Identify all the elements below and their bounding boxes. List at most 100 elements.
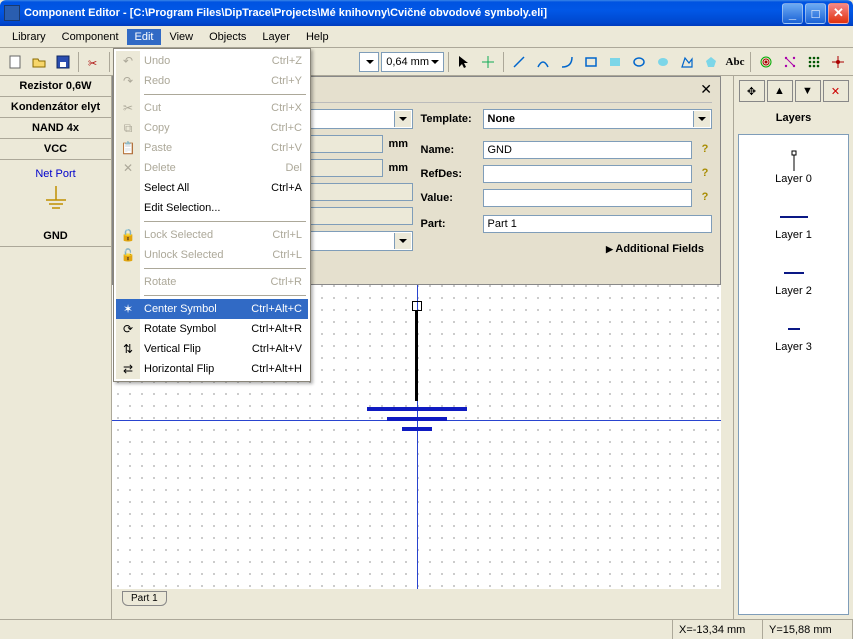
layer-item[interactable]: Layer 1	[739, 191, 848, 247]
delete-layer-button[interactable]: ✕	[823, 80, 849, 102]
layer-preview	[739, 205, 848, 229]
refdes-label: RefDes:	[421, 168, 477, 180]
menu-unlock-selected[interactable]: 🔓Unlock SelectedCtrl+L	[116, 245, 308, 265]
menu-objects[interactable]: Objects	[201, 29, 254, 45]
up-button[interactable]: ▲	[767, 80, 793, 102]
menu-library[interactable]: Library	[4, 29, 54, 45]
layer-preview	[739, 261, 848, 285]
help-icon[interactable]: ?	[698, 143, 712, 157]
gnd-symbol[interactable]	[367, 301, 467, 437]
menu-copy[interactable]: ⧉CopyCtrl+C	[116, 118, 308, 138]
arrow-up-icon: ▲	[774, 85, 785, 97]
value-field[interactable]	[483, 189, 693, 207]
component-list: Rezistor 0,6W Kondenzátor elyt NAND 4x V…	[0, 76, 112, 619]
help-icon[interactable]: ?	[698, 191, 712, 205]
menu-select-all[interactable]: Select AllCtrl+A	[116, 178, 308, 198]
poly-tool[interactable]	[676, 51, 698, 73]
pan-button[interactable]: ✥	[739, 80, 765, 102]
layer-preview	[739, 149, 848, 173]
text-tool[interactable]: Abc	[724, 51, 746, 73]
layer-preview	[739, 317, 848, 341]
layer-item[interactable]: Layer 3	[739, 303, 848, 359]
menu-delete[interactable]: ✕DeleteDel	[116, 158, 308, 178]
crosshair-tool[interactable]	[827, 51, 849, 73]
template-combo[interactable]: None	[483, 109, 713, 129]
help-icon[interactable]: ?	[698, 167, 712, 181]
name-field[interactable]	[483, 141, 693, 159]
x-icon: ✕	[831, 85, 840, 98]
pin-tool[interactable]	[477, 51, 499, 73]
gnd-bar	[367, 407, 467, 411]
menu-center-symbol[interactable]: ✶Center SymbolCtrl+Alt+C	[116, 299, 308, 319]
refdes-field[interactable]	[483, 165, 693, 183]
snap-tool[interactable]	[779, 51, 801, 73]
symbol-stem	[415, 311, 418, 401]
rect-tool[interactable]	[580, 51, 602, 73]
copy-icon: ⧉	[120, 120, 136, 136]
template-label: Template:	[421, 113, 477, 125]
component-item[interactable]: GND	[0, 226, 111, 247]
cut-button[interactable]: ✂	[83, 51, 105, 73]
menu-layer[interactable]: Layer	[254, 29, 298, 45]
title-bar: Component Editor - [C:\Program Files\Dip…	[0, 0, 853, 26]
fillrect-tool[interactable]	[604, 51, 626, 73]
additional-fields-button[interactable]: Additional Fields	[421, 239, 713, 255]
layer-item[interactable]: Layer 0	[739, 135, 848, 191]
linewidth-combo[interactable]: 0,64 mm	[381, 52, 444, 72]
panel-close-icon[interactable]: ✕	[700, 81, 712, 98]
part-label: Part:	[421, 218, 477, 230]
ellipse-tool[interactable]	[628, 51, 650, 73]
app-icon	[4, 5, 20, 21]
part-field[interactable]	[483, 215, 713, 233]
grid-tool[interactable]	[803, 51, 825, 73]
menu-redo[interactable]: ↷RedoCtrl+Y	[116, 71, 308, 91]
component-item[interactable]: Kondenzátor elyt	[0, 97, 111, 118]
vertical-scrollbar[interactable]	[721, 76, 733, 589]
layer-item[interactable]: Layer 2	[739, 247, 848, 303]
layers-panel: ✥ ▲ ▼ ✕ Layers Layer 0 Layer 1 Layer 2	[733, 76, 853, 619]
line-tool[interactable]	[508, 51, 530, 73]
window-title: Component Editor - [C:\Program Files\Dip…	[24, 7, 782, 19]
open-button[interactable]	[28, 51, 50, 73]
paste-icon: 📋	[120, 140, 136, 156]
arc3-tool[interactable]	[556, 51, 578, 73]
menu-view[interactable]: View	[161, 29, 201, 45]
close-button[interactable]: ✕	[828, 3, 849, 24]
menu-undo[interactable]: ↶UndoCtrl+Z	[116, 51, 308, 71]
menu-vertical-flip[interactable]: ⇅Vertical FlipCtrl+Alt+V	[116, 339, 308, 359]
component-item[interactable]: VCC	[0, 139, 111, 160]
menu-paste[interactable]: 📋PasteCtrl+V	[116, 138, 308, 158]
layer-label: Layer 3	[739, 341, 848, 353]
gnd-bar	[402, 427, 432, 431]
horizontal-scrollbar[interactable]	[171, 592, 721, 604]
fillellipse-tool[interactable]	[652, 51, 674, 73]
down-button[interactable]: ▼	[795, 80, 821, 102]
menu-edit[interactable]: Edit	[127, 29, 162, 45]
part-tab[interactable]: Part 1	[122, 591, 167, 606]
new-button[interactable]	[4, 51, 26, 73]
menu-horizontal-flip[interactable]: ⇄Horizontal FlipCtrl+Alt+H	[116, 359, 308, 379]
menu-rotate[interactable]: RotateCtrl+R	[116, 272, 308, 292]
name-label: Name:	[421, 144, 477, 156]
menu-lock-selected[interactable]: 🔒Lock SelectedCtrl+L	[116, 225, 308, 245]
origin-tool[interactable]	[755, 51, 777, 73]
pointer-tool[interactable]	[453, 51, 475, 73]
combo-1[interactable]	[359, 52, 379, 72]
fillpoly-tool[interactable]	[700, 51, 722, 73]
arrow-down-icon: ▼	[802, 85, 813, 97]
arc2-tool[interactable]	[532, 51, 554, 73]
menu-help[interactable]: Help	[298, 29, 337, 45]
menu-component[interactable]: Component	[54, 29, 127, 45]
minimize-button[interactable]: _	[782, 3, 803, 24]
component-item[interactable]: NAND 4x	[0, 118, 111, 139]
component-preview: Net Port	[0, 160, 111, 226]
status-bar: X=-13,34 mm Y=15,88 mm	[0, 619, 853, 639]
gnd-bar	[387, 417, 447, 421]
component-item[interactable]: Rezistor 0,6W	[0, 76, 111, 97]
menu-edit-selection[interactable]: Edit Selection...	[116, 198, 308, 218]
menu-cut[interactable]: ✂CutCtrl+X	[116, 98, 308, 118]
menu-rotate-symbol[interactable]: ⟳Rotate SymbolCtrl+Alt+R	[116, 319, 308, 339]
save-button[interactable]	[52, 51, 74, 73]
rotate-icon: ⟳	[120, 321, 136, 337]
maximize-button[interactable]: □	[805, 3, 826, 24]
